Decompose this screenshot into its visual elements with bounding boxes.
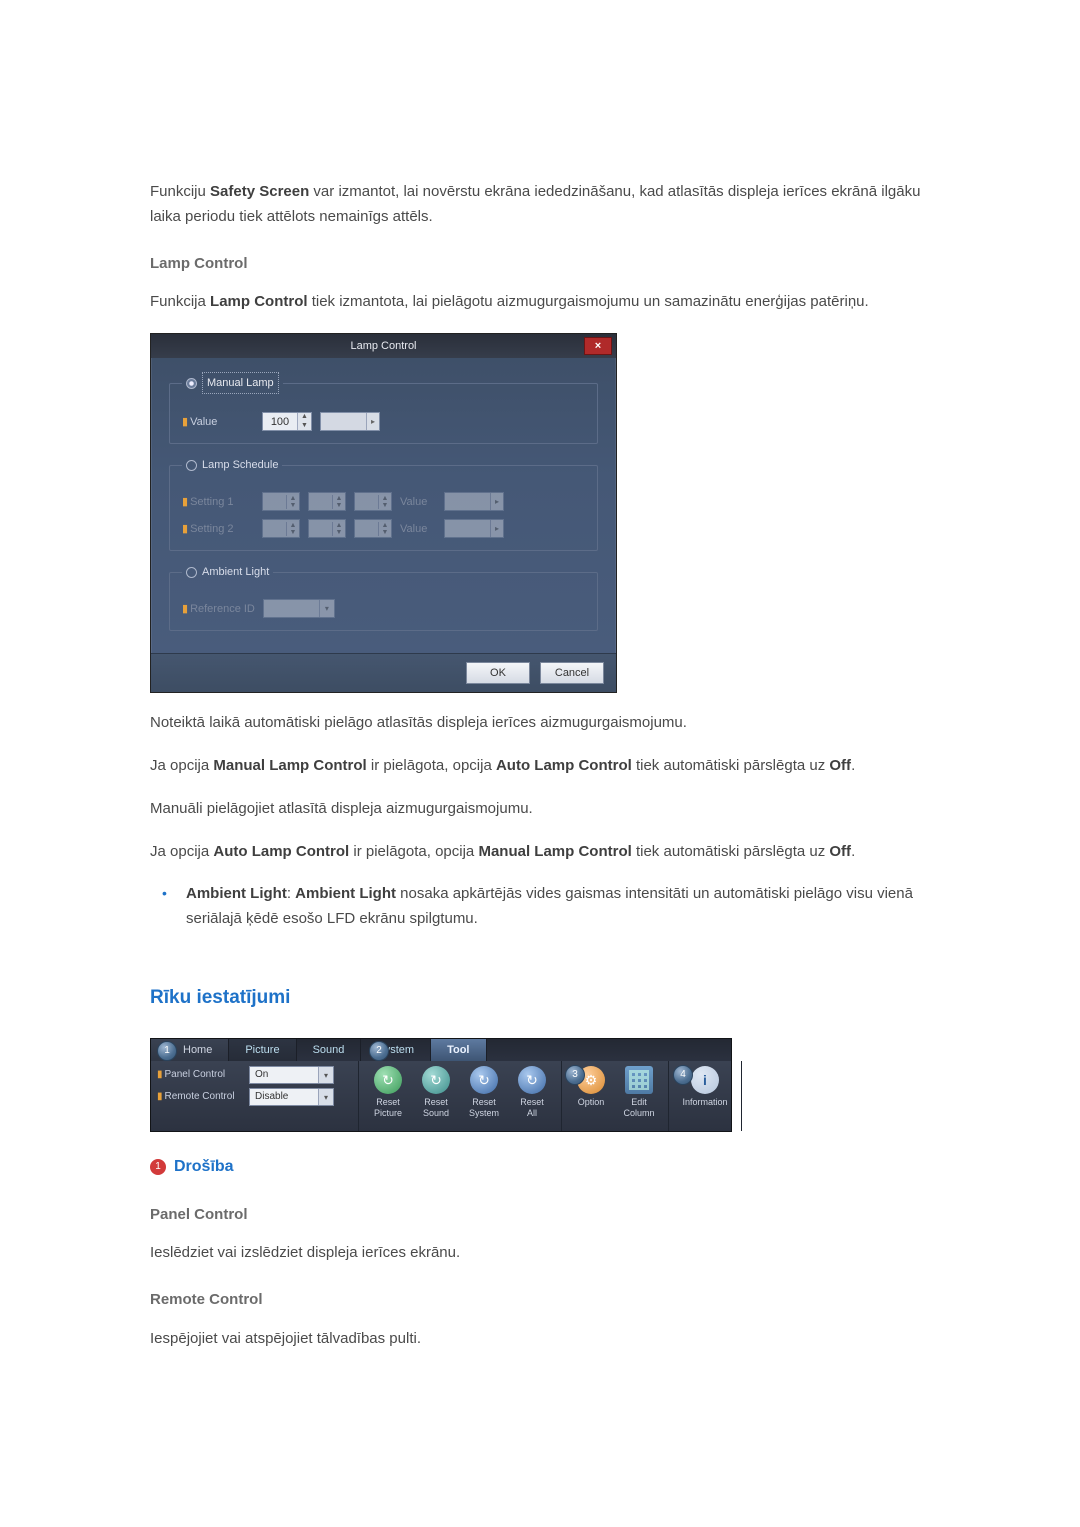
reset-group: ↻ResetPicture ↻ResetSound ↻ResetSystem ↻… bbox=[359, 1061, 562, 1131]
badge-1: 1 bbox=[150, 1159, 166, 1175]
remote-control-subheading: Remote Control bbox=[150, 1288, 930, 1313]
panel-control-text: Ieslēdziet vai izslēdziet displeja ierīc… bbox=[150, 1241, 930, 1266]
radio-icon[interactable] bbox=[186, 378, 197, 389]
chevron-down-icon: ▾ bbox=[318, 1089, 333, 1105]
manual-adjust-text: Manuāli pielāgojiet atlasītā displeja ai… bbox=[150, 797, 930, 822]
reset-icon: ↻ bbox=[422, 1066, 450, 1094]
reference-id-label: Reference ID bbox=[190, 603, 255, 615]
setting1-value-label: Value bbox=[400, 493, 436, 511]
chevron-down-icon[interactable]: ▼ bbox=[298, 422, 311, 431]
ambient-light-legend: Ambient Light bbox=[202, 566, 269, 578]
reset-icon: ↻ bbox=[518, 1066, 546, 1094]
lamp-control-dialog: Lamp Control × Manual Lamp ▮Value ▲▼ ▸ bbox=[150, 333, 617, 693]
info-icon: i bbox=[691, 1066, 719, 1094]
radio-icon[interactable] bbox=[186, 567, 197, 578]
ambient-light-group: Ambient Light ▮Reference ID ▾ bbox=[169, 563, 598, 631]
reference-id-select: ▾ bbox=[263, 599, 335, 618]
manual-lamp-group: Manual Lamp ▮Value ▲▼ ▸ bbox=[169, 372, 598, 444]
remote-control-text: Iespējojiet vai atspējojiet tālvadības p… bbox=[150, 1327, 930, 1352]
reset-icon: ↻ bbox=[374, 1066, 402, 1094]
ok-button[interactable]: OK bbox=[466, 662, 530, 684]
manual-lamp-legend[interactable]: Manual Lamp bbox=[202, 372, 279, 394]
tool-ribbon: 1 2 3 4 Home Picture Sound System Tool ▮… bbox=[150, 1038, 732, 1132]
auto-adjust-text: Noteiktā laikā automātiski pielāgo atlas… bbox=[150, 711, 930, 736]
value-label: Value bbox=[190, 416, 217, 428]
dialog-title: Lamp Control bbox=[350, 337, 416, 355]
lamp-control-paragraph: Funkcija Lamp Control tiek izmantota, la… bbox=[150, 290, 930, 315]
radio-icon[interactable] bbox=[186, 460, 197, 471]
setting2-min: ▲▼ bbox=[308, 519, 346, 538]
reset-picture-button[interactable]: ↻ResetPicture bbox=[365, 1066, 411, 1126]
tab-picture[interactable]: Picture bbox=[229, 1039, 296, 1061]
ambient-light-bullet: Ambient Light: Ambient Light nosaka apkā… bbox=[150, 882, 930, 932]
setting2-label: Setting 2 bbox=[190, 523, 233, 535]
setting1-min: ▲▼ bbox=[308, 492, 346, 511]
value-input[interactable] bbox=[263, 413, 297, 430]
setting2-hour: ▲▼ bbox=[262, 519, 300, 538]
value-spinner[interactable]: ▲▼ bbox=[262, 412, 312, 431]
lamp-control-heading: Lamp Control bbox=[150, 252, 930, 277]
chevron-down-icon: ▾ bbox=[318, 1067, 333, 1083]
remote-control-select[interactable]: Disable▾ bbox=[249, 1088, 334, 1106]
reset-icon: ↻ bbox=[470, 1066, 498, 1094]
security-heading: 1 Drošība bbox=[150, 1154, 930, 1180]
reset-sound-button[interactable]: ↻ResetSound bbox=[413, 1066, 459, 1126]
lamp-schedule-legend: Lamp Schedule bbox=[202, 459, 278, 471]
value-side-button[interactable]: ▸ bbox=[320, 412, 380, 431]
tab-tool[interactable]: Tool bbox=[431, 1039, 486, 1061]
setting1-value: ▸ bbox=[444, 492, 504, 511]
reset-system-button[interactable]: ↻ResetSystem bbox=[461, 1066, 507, 1126]
setting1-label: Setting 1 bbox=[190, 496, 233, 508]
auto-lamp-note: Ja opcija Auto Lamp Control ir pielāgota… bbox=[150, 840, 930, 865]
reset-all-button[interactable]: ↻ResetAll bbox=[509, 1066, 555, 1126]
edit-column-button[interactable]: EditColumn bbox=[616, 1066, 662, 1126]
lamp-schedule-group: Lamp Schedule ▮Setting 1 ▲▼ ▲▼ ▲▼ Value … bbox=[169, 456, 598, 551]
tab-sound[interactable]: Sound bbox=[297, 1039, 362, 1061]
dialog-titlebar: Lamp Control × bbox=[151, 334, 616, 358]
intro-paragraph: Funkciju Safety Screen var izmantot, lai… bbox=[150, 180, 930, 230]
setting1-ampm: ▲▼ bbox=[354, 492, 392, 511]
security-group: ▮Panel Control On▾ ▮Remote Control Disab… bbox=[151, 1061, 359, 1131]
manual-lamp-note: Ja opcija Manual Lamp Control ir pielāgo… bbox=[150, 754, 930, 779]
cancel-button[interactable]: Cancel bbox=[540, 662, 604, 684]
panel-control-label: Panel Control bbox=[165, 1069, 226, 1080]
panel-control-select[interactable]: On▾ bbox=[249, 1066, 334, 1084]
tool-settings-heading: Rīku iestatījumi bbox=[150, 982, 930, 1013]
setting2-value: ▸ bbox=[444, 519, 504, 538]
chevron-up-icon[interactable]: ▲ bbox=[298, 413, 311, 422]
grid-icon bbox=[625, 1066, 653, 1094]
remote-control-label: Remote Control bbox=[165, 1091, 235, 1102]
panel-control-subheading: Panel Control bbox=[150, 1203, 930, 1228]
setting2-value-label: Value bbox=[400, 520, 436, 538]
setting1-hour: ▲▼ bbox=[262, 492, 300, 511]
close-icon[interactable]: × bbox=[584, 337, 612, 355]
setting2-ampm: ▲▼ bbox=[354, 519, 392, 538]
